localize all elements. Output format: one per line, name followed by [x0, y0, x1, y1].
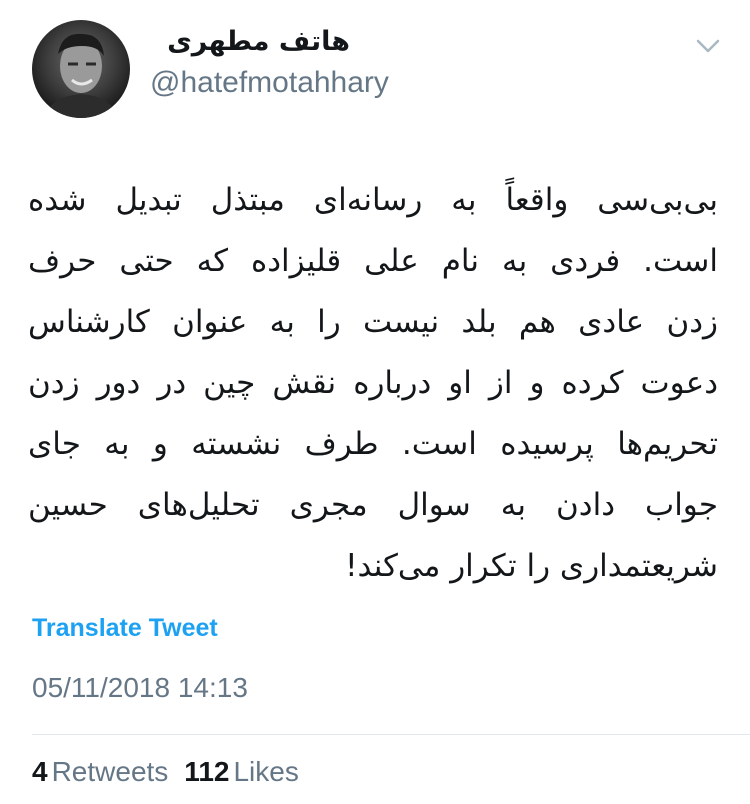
tweet-line: تحریم‌ها پرسیده است. طرف نشسته و به جای	[28, 426, 718, 462]
likes-stat[interactable]: 112 Likes	[184, 756, 299, 787]
retweets-stat[interactable]: 4 Retweets	[32, 756, 168, 787]
tweet-line: بی‌بی‌سی واقعاً به رسانه‌ای مبتذل تبدیل …	[28, 182, 718, 218]
tweet-text: بی‌بی‌سی واقعاً به رسانه‌ای مبتذل تبدیل …	[28, 170, 718, 597]
tweet-line: جواب دادن به سوال مجری تحلیل‌های حسین	[28, 487, 718, 523]
tweet-card: هاتف مطهری @hatefmotahhary بی‌بی‌سی واقع…	[0, 0, 750, 804]
divider	[32, 734, 750, 735]
likes-count: 112	[184, 756, 230, 787]
retweets-label: Retweets	[51, 756, 169, 787]
tweet-timestamp[interactable]: 05/11/2018 14:13	[32, 672, 248, 704]
avatar[interactable]	[32, 20, 130, 118]
tweet-line: زدن عادی هم بلد نیست را به عنوان کارشناس	[28, 304, 718, 340]
tweet-line: دعوت کرده و از او درباره نقش چین در دور …	[28, 365, 718, 401]
likes-label: Likes	[233, 756, 299, 787]
author-display-name[interactable]: هاتف مطهری	[150, 26, 350, 57]
tweet-line: است. فردی به نام علی قلیزاده که حتی حرف	[28, 243, 718, 279]
retweets-count: 4	[32, 756, 48, 787]
tweet-stats: 4 Retweets 112 Likes	[32, 756, 299, 788]
author-handle[interactable]: @hatefmotahhary	[150, 66, 389, 100]
tweet-line: شریعتمداری را تکرار می‌کند!	[345, 548, 718, 584]
profile-photo-icon	[42, 33, 120, 118]
chevron-down-icon[interactable]	[695, 36, 721, 56]
translate-tweet-link[interactable]: Translate Tweet	[32, 614, 218, 643]
